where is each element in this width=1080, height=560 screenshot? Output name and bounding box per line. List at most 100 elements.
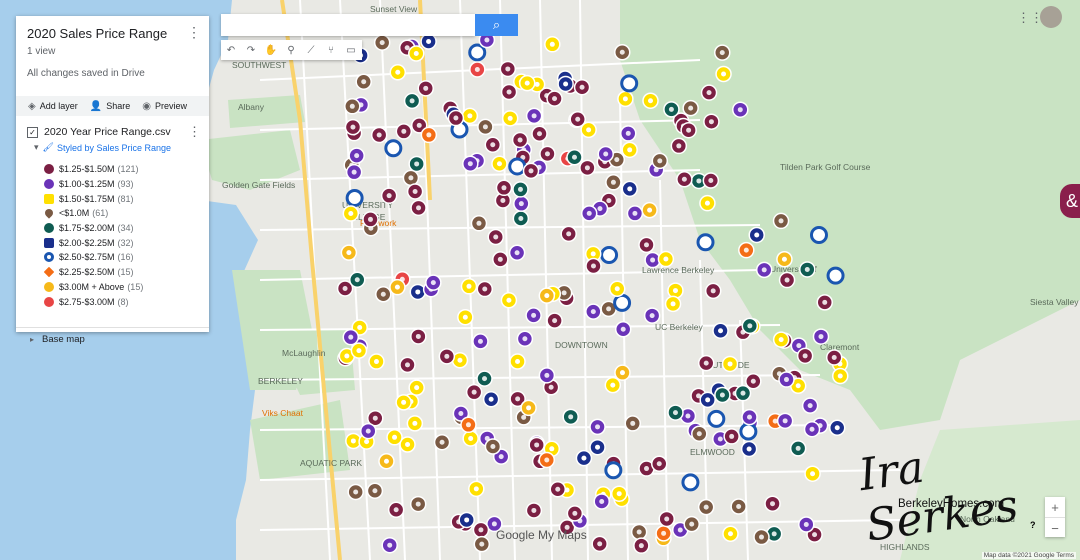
price-marker-pin[interactable] — [605, 174, 622, 191]
layer-style-link[interactable]: ▾ 🖌 Styled by Sales Price Range — [34, 142, 171, 153]
price-marker-circle[interactable] — [465, 383, 483, 401]
price-marker-star[interactable] — [425, 274, 442, 291]
price-marker-circle[interactable] — [676, 171, 693, 188]
price-marker-pin[interactable] — [651, 152, 669, 170]
price-marker-ring[interactable] — [826, 266, 845, 285]
price-marker-circle[interactable] — [546, 312, 563, 329]
search-input[interactable] — [221, 14, 475, 36]
price-marker-star[interactable] — [755, 261, 773, 279]
share-button[interactable]: 👤 Share — [90, 101, 130, 112]
price-marker-square[interactable] — [518, 74, 536, 92]
price-marker-diamond[interactable] — [420, 126, 438, 144]
price-marker-square[interactable] — [617, 90, 634, 108]
price-marker-circle[interactable] — [344, 118, 362, 136]
price-marker-star[interactable] — [580, 205, 598, 222]
price-marker-heart[interactable] — [389, 278, 406, 296]
price-marker-circle[interactable] — [799, 261, 816, 278]
price-marker-circle[interactable] — [723, 428, 740, 445]
legend-item[interactable]: $2.75-$3.00M (8) — [44, 294, 143, 309]
price-marker-square[interactable] — [831, 367, 849, 385]
price-marker-circle[interactable] — [499, 60, 517, 78]
more-options-icon[interactable]: ⋮ — [187, 24, 201, 41]
price-marker-pin[interactable] — [366, 482, 384, 500]
price-marker-heart[interactable] — [538, 287, 556, 304]
price-marker-star[interactable] — [741, 408, 758, 426]
directions-icon[interactable]: ⑂ — [321, 40, 341, 60]
price-marker-circle[interactable] — [525, 502, 543, 519]
base-map-row[interactable]: ▸ Base map — [16, 327, 209, 350]
price-marker-square[interactable] — [408, 45, 425, 62]
price-marker-circle[interactable] — [734, 384, 752, 402]
price-marker-star[interactable] — [589, 418, 606, 436]
zoom-in-button[interactable]: + — [1045, 497, 1065, 518]
price-marker-diamond[interactable] — [738, 241, 755, 259]
price-marker-heart[interactable] — [614, 364, 631, 381]
price-marker-circle[interactable] — [410, 328, 427, 345]
price-marker-diamond[interactable] — [538, 451, 556, 469]
price-marker-square[interactable] — [715, 65, 732, 83]
price-marker-square[interactable] — [500, 292, 518, 309]
price-marker-circle[interactable] — [395, 123, 413, 140]
price-marker-circle[interactable] — [704, 282, 722, 300]
price-marker-square[interactable] — [699, 194, 716, 212]
price-marker-square[interactable] — [657, 250, 675, 268]
price-marker-square[interactable] — [457, 308, 474, 326]
price-marker-star[interactable] — [342, 328, 360, 346]
price-marker-star[interactable] — [803, 420, 821, 438]
price-marker-square[interactable] — [408, 379, 425, 396]
price-marker-circle[interactable] — [408, 155, 425, 173]
price-marker-circle[interactable] — [546, 90, 563, 107]
price-marker-star[interactable] — [776, 412, 794, 430]
legend-item[interactable]: $2.25-$2.50M (15) — [43, 265, 143, 280]
hand-icon[interactable]: ✋ — [261, 40, 281, 60]
price-marker-square[interactable] — [350, 342, 368, 359]
legend-item[interactable]: $1.00-$1.25M (93) — [44, 177, 143, 192]
price-marker-star[interactable] — [472, 333, 489, 350]
price-marker-square[interactable] — [395, 394, 412, 411]
price-marker-circle[interactable] — [680, 121, 697, 139]
price-marker-star[interactable] — [469, 61, 486, 78]
price-marker-star[interactable] — [345, 163, 363, 181]
price-marker-pin[interactable] — [624, 415, 641, 432]
price-marker-star[interactable] — [525, 307, 542, 324]
price-marker-square[interactable] — [664, 295, 682, 313]
price-marker-circle[interactable] — [569, 111, 586, 128]
price-marker-pin[interactable] — [433, 433, 451, 451]
price-marker-star[interactable] — [585, 303, 602, 320]
price-marker-star[interactable] — [619, 125, 637, 142]
price-marker-pin[interactable] — [772, 212, 790, 230]
price-marker-circle[interactable] — [512, 181, 529, 198]
price-marker-star[interactable] — [643, 307, 661, 324]
price-marker-circle[interactable] — [495, 179, 513, 197]
search-button[interactable]: ⌕ — [475, 14, 518, 36]
price-marker-circle[interactable] — [562, 408, 579, 426]
price-marker-circle[interactable] — [702, 172, 720, 189]
price-marker-circle[interactable] — [399, 356, 416, 374]
price-marker-circle[interactable] — [500, 83, 518, 101]
avatar[interactable] — [1040, 6, 1062, 28]
price-marker-circle[interactable] — [566, 505, 584, 522]
price-marker-square[interactable] — [604, 376, 622, 394]
price-marker-circle[interactable] — [476, 280, 494, 298]
price-marker-star[interactable] — [593, 493, 610, 510]
price-marker-circle[interactable] — [447, 109, 465, 127]
price-marker-diamond[interactable] — [655, 525, 672, 542]
price-marker-circle[interactable] — [511, 131, 529, 149]
price-marker-diamond[interactable] — [460, 416, 477, 434]
price-marker-circle[interactable] — [778, 271, 796, 289]
price-marker-circle[interactable] — [670, 137, 688, 155]
price-marker-square[interactable] — [420, 33, 437, 50]
price-marker-heart[interactable] — [340, 244, 358, 261]
price-marker-square[interactable] — [468, 480, 485, 498]
price-marker-circle[interactable] — [531, 125, 548, 143]
price-marker-square[interactable] — [557, 75, 574, 93]
zoom-out-button[interactable]: − — [1045, 518, 1065, 538]
price-marker-circle[interactable] — [410, 199, 427, 217]
price-marker-pin[interactable] — [409, 495, 427, 513]
redo-icon[interactable]: ↷ — [241, 40, 261, 60]
price-marker-pin[interactable] — [473, 535, 491, 553]
price-marker-heart[interactable] — [641, 201, 658, 219]
price-marker-square[interactable] — [462, 430, 479, 447]
legend-item[interactable]: $1.50-$1.75M (81) — [44, 191, 143, 206]
legend-item[interactable]: $1.25-$1.50M (121) — [44, 162, 143, 177]
